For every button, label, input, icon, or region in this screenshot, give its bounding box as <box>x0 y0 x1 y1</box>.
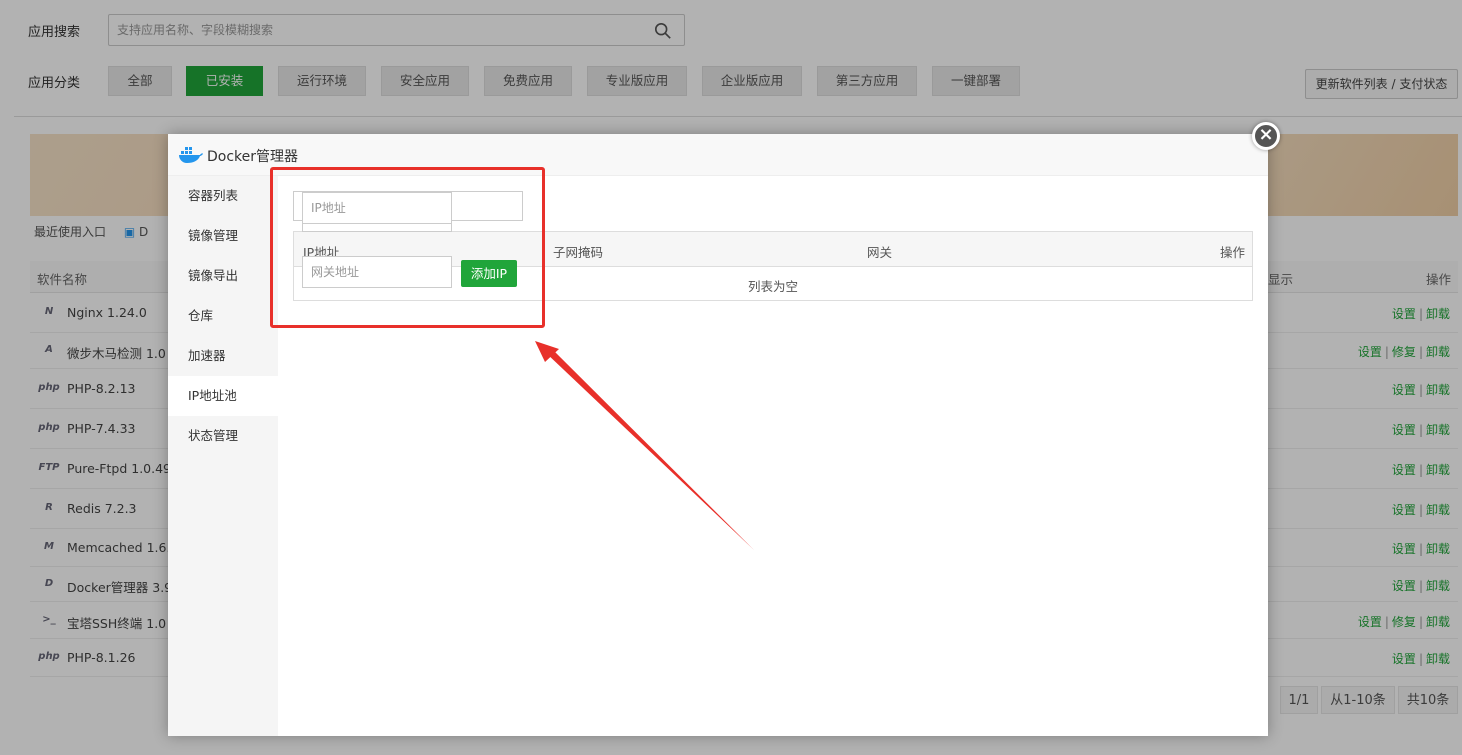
sidebar-item-registry[interactable]: 仓库 <box>168 296 278 336</box>
col-action: 操作 <box>1220 245 1246 260</box>
sidebar-item-status[interactable]: 状态管理 <box>168 416 278 456</box>
sidebar-item-accelerator[interactable]: 加速器 <box>168 336 278 376</box>
dialog-sidebar: 容器列表 镜像管理 镜像导出 仓库 加速器 IP地址池 状态管理 <box>168 176 278 736</box>
close-icon[interactable]: × <box>1252 122 1280 150</box>
sidebar-item-containers[interactable]: 容器列表 <box>168 176 278 216</box>
sidebar-item-ip-pool[interactable]: IP地址池 <box>168 376 278 416</box>
sidebar-item-image-export[interactable]: 镜像导出 <box>168 256 278 296</box>
col-gateway: 网关 <box>867 245 893 260</box>
docker-whale-icon <box>179 147 203 163</box>
annotation-highlight-box <box>270 167 545 328</box>
dialog-title: Docker管理器 <box>207 149 299 165</box>
sidebar-item-images[interactable]: 镜像管理 <box>168 216 278 256</box>
col-subnet: 子网掩码 <box>553 245 604 260</box>
